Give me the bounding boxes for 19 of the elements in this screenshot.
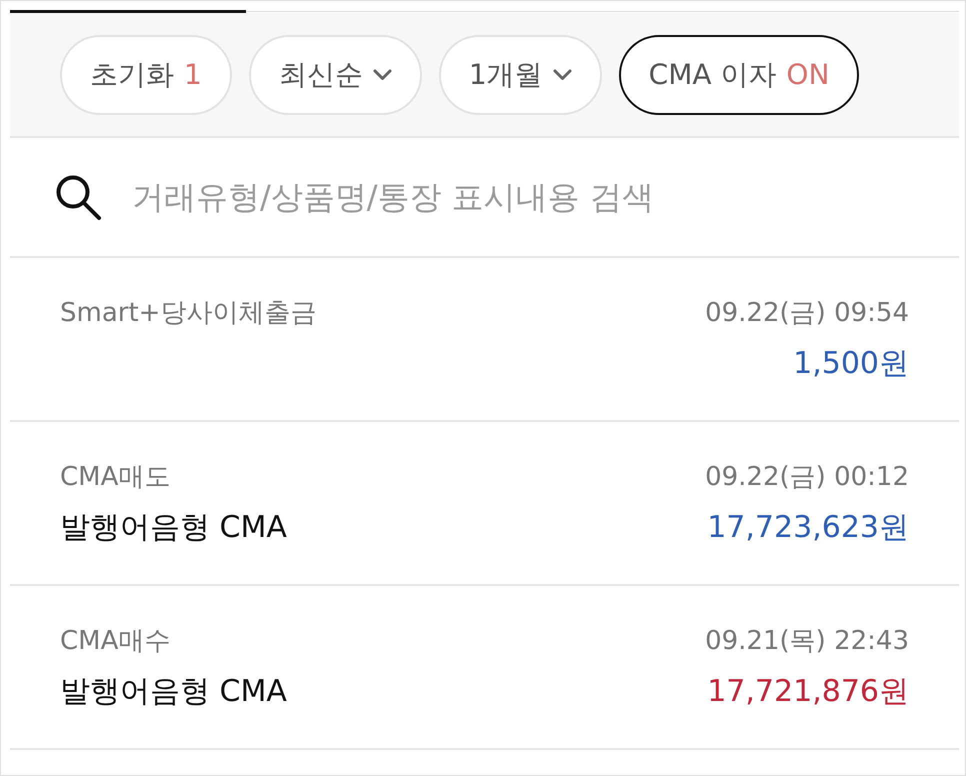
transaction-type: Smart+당사이체출금 [60,297,316,330]
transaction-datetime: 09.22(금) 00:12 [705,461,909,494]
transaction-amount: 17,721,876원 [707,673,909,711]
search-icon[interactable] [55,174,102,220]
transaction-amount: 1,500원 [793,345,909,383]
transaction-datetime: 09.22(금) 09:54 [705,297,909,330]
toggle-filter-button[interactable]: CMA 이자 ON [618,34,860,114]
transaction-amount: 17,723,623원 [707,509,909,547]
reset-filter-button[interactable]: 초기화 1 [60,34,232,114]
transaction-type: CMA매수 [60,625,170,658]
dropdown-filter-button[interactable]: 최신순 [248,34,422,114]
product-name: 발행어음형 CMA [60,509,287,547]
search-field[interactable]: 거래유형/상품명/통장 표시내용 검색 [132,173,959,221]
transaction-type: CMA매도 [60,461,170,494]
chevron-down-icon [552,68,572,80]
chevron-down-icon [372,68,392,80]
dropdown-filter-button[interactable]: 1개월 [438,34,602,114]
product-name: 발행어음형 CMA [60,673,287,711]
transaction-datetime: 09.21(목) 22:43 [705,625,909,658]
